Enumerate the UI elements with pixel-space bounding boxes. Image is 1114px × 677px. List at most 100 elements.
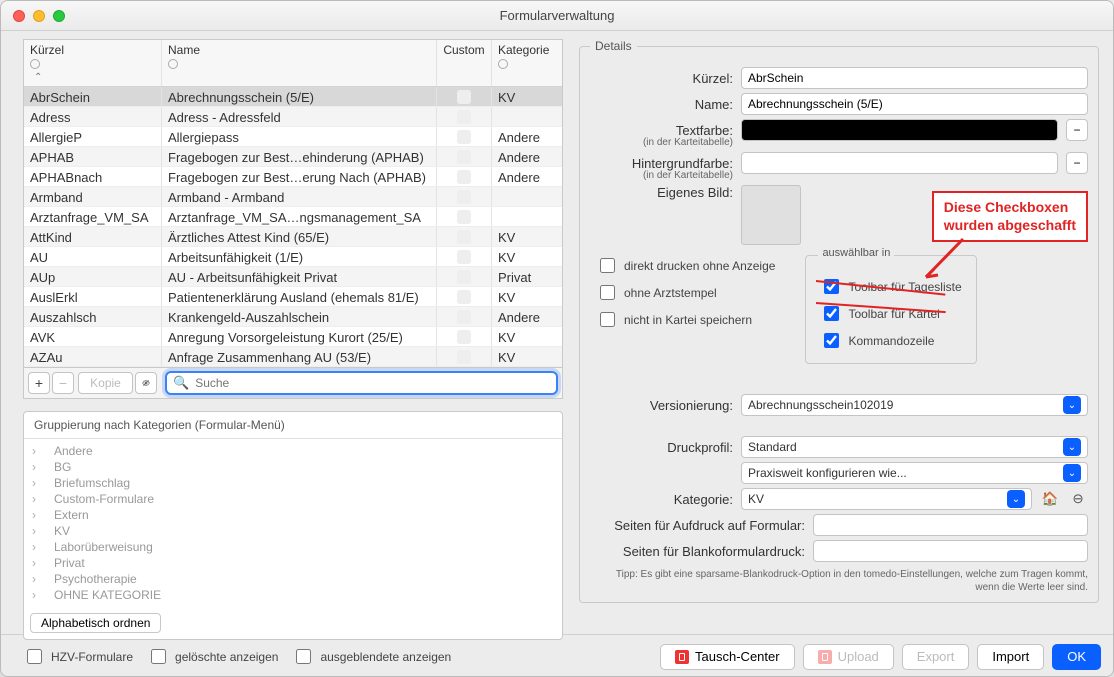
- table-row[interactable]: AZAuAnfrage Zusammenhang AU (53/E)KV: [24, 347, 562, 367]
- aufdruck-input[interactable]: [813, 514, 1088, 536]
- druckprofil-label: Druckprofil:: [590, 440, 733, 455]
- minus-circle-icon[interactable]: ⊖: [1068, 489, 1088, 509]
- table-header: Kürzel Name Custom Kategorie: [24, 40, 562, 87]
- cb-direct-print[interactable]: direkt drucken ohne Anzeige: [596, 255, 775, 276]
- cb-no-kartei[interactable]: nicht in Kartei speichern: [596, 309, 775, 330]
- bgcolor-label: Hintergrundfarbe:: [590, 156, 733, 171]
- aufdruck-label: Seiten für Aufdruck auf Formular:: [590, 518, 805, 533]
- cb-hidden[interactable]: ausgeblendete anzeigen: [292, 646, 451, 667]
- annotation-box: Diese Checkboxen wurden abgeschafft: [932, 191, 1088, 242]
- table-row[interactable]: AbrScheinAbrechnungsschein (5/E)KV: [24, 87, 562, 107]
- name-input[interactable]: [741, 93, 1088, 115]
- table-row[interactable]: AUArbeitsunfähigkeit (1/E)KV: [24, 247, 562, 267]
- cb-no-stamp[interactable]: ohne Arztstempel: [596, 282, 775, 303]
- table-row[interactable]: ArmbandArmband - Armband: [24, 187, 562, 207]
- table-row[interactable]: AdressAdress - Adressfeld: [24, 107, 562, 127]
- details-panel: Details Kürzel: Name: Textfarbe: − (in d…: [579, 39, 1099, 603]
- category-item[interactable]: ›KV: [30, 523, 556, 539]
- annotation-arrow-icon: [918, 237, 968, 282]
- toggle-visibility-button[interactable]: [135, 372, 157, 394]
- table-row[interactable]: APHABFragebogen zur Best…ehinderung (APH…: [24, 147, 562, 167]
- category-item[interactable]: ›Psychotherapie: [30, 571, 556, 587]
- search-input[interactable]: 🔍: [165, 371, 558, 395]
- close-icon[interactable]: [13, 10, 25, 22]
- cb-toolbar-kartei[interactable]: Toolbar für Kartei: [820, 303, 961, 324]
- chevron-right-icon: ›: [32, 460, 44, 474]
- cb-deleted[interactable]: gelöschte anzeigen: [147, 646, 278, 667]
- th-kategorie[interactable]: Kategorie: [492, 40, 562, 86]
- table-row[interactable]: Arztanfrage_VM_SAArztanfrage_VM_SA…ngsma…: [24, 207, 562, 227]
- textcolor-swatch[interactable]: [741, 119, 1058, 141]
- category-item[interactable]: ›BG: [30, 459, 556, 475]
- chevron-right-icon: ›: [32, 476, 44, 490]
- kuerzel-input[interactable]: [741, 67, 1088, 89]
- kategorie-select[interactable]: KV⌄: [741, 488, 1032, 510]
- table-row[interactable]: APHABnachFragebogen zur Best…erung Nach …: [24, 167, 562, 187]
- table-row[interactable]: AVKAnregung Vorsorgeleistung Kurort (25/…: [24, 327, 562, 347]
- table-row[interactable]: AllergiePAllergiepassAndere: [24, 127, 562, 147]
- chevron-right-icon: ›: [32, 588, 44, 602]
- category-item[interactable]: ›Briefumschlag: [30, 475, 556, 491]
- chevron-right-icon: ›: [32, 444, 44, 458]
- bgcolor-swatch[interactable]: [741, 152, 1058, 174]
- blanko-label: Seiten für Blankoformulardruck:: [590, 544, 805, 559]
- chevron-right-icon: ›: [32, 540, 44, 554]
- import-button[interactable]: Import: [977, 644, 1044, 670]
- kuerzel-label: Kürzel:: [590, 71, 733, 86]
- table-row[interactable]: AttKindÄrztliches Attest Kind (65/E)KV: [24, 227, 562, 247]
- kategorie-label: Kategorie:: [590, 492, 733, 507]
- chevron-right-icon: ›: [32, 524, 44, 538]
- category-item[interactable]: ›Andere: [30, 443, 556, 459]
- titlebar: Formularverwaltung: [1, 1, 1113, 31]
- image-label: Eigenes Bild:: [590, 185, 733, 200]
- shopping-bag-icon: [818, 650, 832, 664]
- copy-button[interactable]: Kopie: [78, 372, 133, 394]
- category-item[interactable]: ›Privat: [30, 555, 556, 571]
- cb-hzv[interactable]: HZV-Formulare: [23, 646, 133, 667]
- version-select[interactable]: Abrechnungsschein102019⌄: [741, 394, 1088, 416]
- textcolor-label: Textfarbe:: [590, 123, 733, 138]
- category-item[interactable]: ›Custom-Formulare: [30, 491, 556, 507]
- bgcolor-clear-button[interactable]: −: [1066, 152, 1088, 174]
- chevron-right-icon: ›: [32, 556, 44, 570]
- category-item[interactable]: ›Laborüberweisung: [30, 539, 556, 555]
- table-row[interactable]: AUpAU - Arbeitsunfähigkeit PrivatPrivat: [24, 267, 562, 287]
- chevron-right-icon: ›: [32, 492, 44, 506]
- home-icon[interactable]: 🏠: [1040, 489, 1060, 509]
- name-label: Name:: [590, 97, 733, 112]
- remove-button[interactable]: −: [52, 372, 74, 394]
- praxisweit-select[interactable]: Praxisweit konfigurieren wie...⌄: [741, 462, 1088, 484]
- druckprofil-select[interactable]: Standard⌄: [741, 436, 1088, 458]
- categories-list[interactable]: ›Andere›BG›Briefumschlag›Custom-Formular…: [24, 439, 562, 607]
- version-label: Versionierung:: [590, 398, 733, 413]
- chevron-right-icon: ›: [32, 572, 44, 586]
- ok-button[interactable]: OK: [1052, 644, 1101, 670]
- selectable-title: auswählbar in: [818, 247, 894, 259]
- tausch-center-button[interactable]: Tausch-Center: [660, 644, 795, 670]
- th-custom[interactable]: Custom: [437, 40, 492, 86]
- details-legend: Details: [590, 39, 637, 53]
- window-title: Formularverwaltung: [500, 8, 615, 23]
- table-row[interactable]: AuslErklPatientenerklärung Ausland (ehem…: [24, 287, 562, 307]
- chevron-right-icon: ›: [32, 508, 44, 522]
- blanko-input[interactable]: [813, 540, 1088, 562]
- tip-text: Tipp: Es gibt eine sparsame-Blankodruck-…: [590, 568, 1088, 594]
- th-name[interactable]: Name: [162, 40, 437, 86]
- upload-button[interactable]: Upload: [803, 644, 894, 670]
- alphabetize-button[interactable]: Alphabetisch ordnen: [30, 613, 161, 633]
- export-button[interactable]: Export: [902, 644, 970, 670]
- image-well[interactable]: [741, 185, 801, 245]
- form-table[interactable]: Kürzel Name Custom Kategorie AbrScheinAb…: [23, 39, 563, 367]
- search-icon: 🔍: [173, 375, 189, 391]
- minimize-icon[interactable]: [33, 10, 45, 22]
- category-item[interactable]: ›OHNE KATEGORIE: [30, 587, 556, 603]
- category-item[interactable]: ›Extern: [30, 507, 556, 523]
- th-kuerzel[interactable]: Kürzel: [24, 40, 162, 86]
- shopping-bag-icon: [675, 650, 689, 664]
- cb-kommandozeile[interactable]: Kommandozeile: [820, 330, 961, 351]
- add-button[interactable]: +: [28, 372, 50, 394]
- textcolor-clear-button[interactable]: −: [1066, 119, 1088, 141]
- maximize-icon[interactable]: [53, 10, 65, 22]
- table-row[interactable]: AuszahlschKrankengeld-AuszahlscheinAnder…: [24, 307, 562, 327]
- categories-title: Gruppierung nach Kategorien (Formular-Me…: [24, 412, 562, 439]
